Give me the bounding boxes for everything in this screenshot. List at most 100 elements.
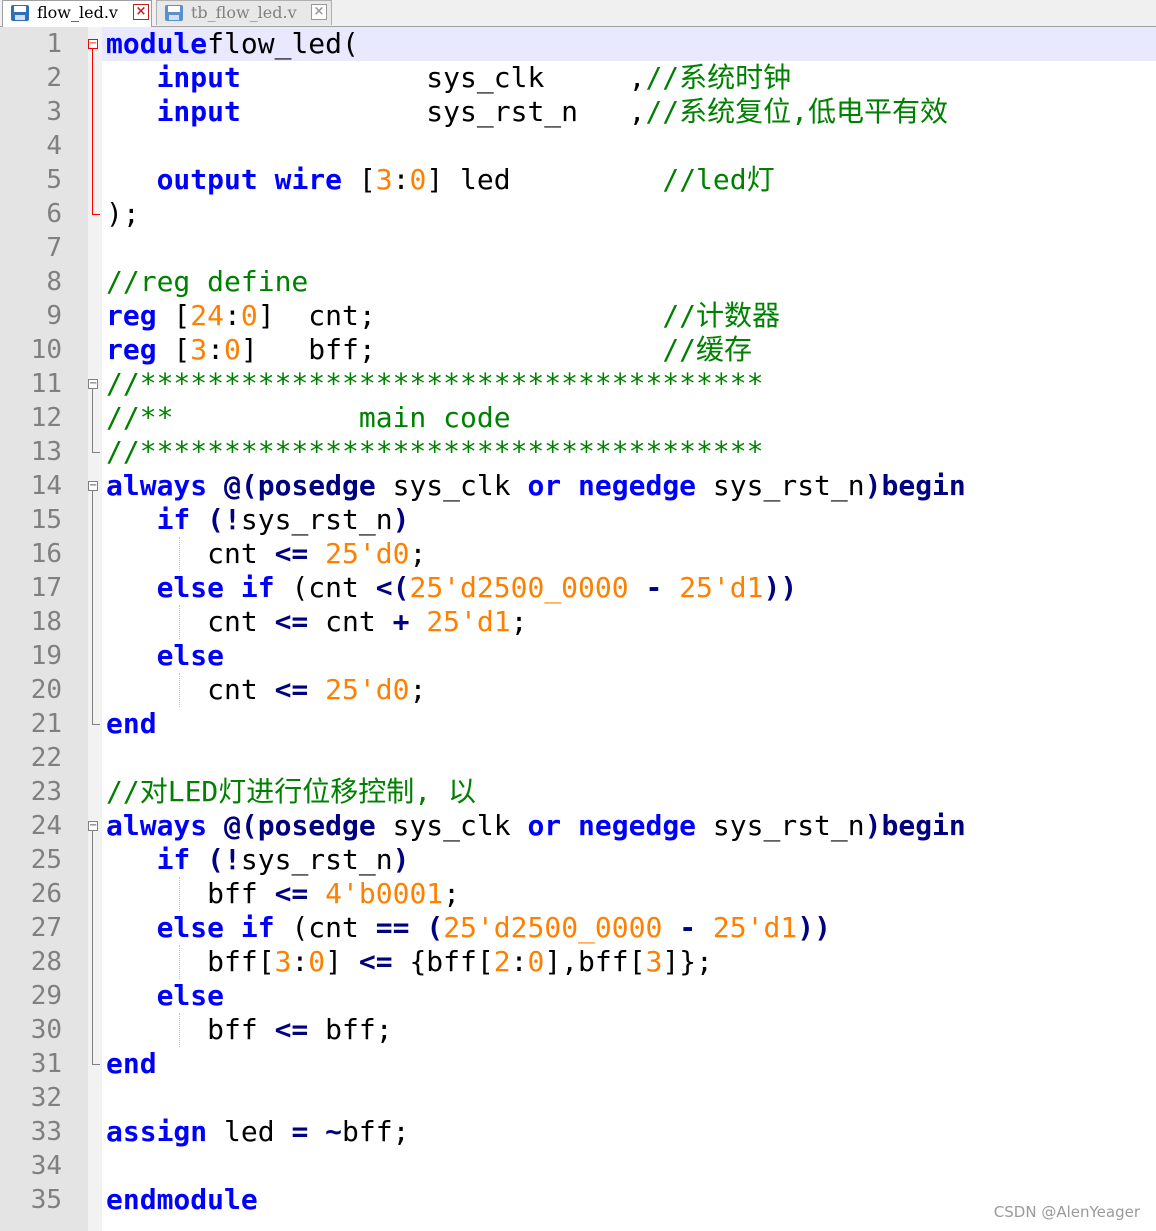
code-text: if (!sys_rst_n) [106, 843, 410, 877]
code-line[interactable]: 33 assign led = ~bff; [0, 1115, 1156, 1149]
fold-toggle-icon[interactable]: − [88, 379, 98, 389]
code-line[interactable]: 34 [0, 1149, 1156, 1183]
code-line[interactable]: 19 else [0, 639, 1156, 673]
code-line[interactable]: 26 bff <= 4'b0001; [0, 877, 1156, 911]
code-token: == [375, 911, 410, 944]
fold-end [92, 724, 100, 725]
code-line[interactable]: 35 endmodule [0, 1183, 1156, 1217]
code-token: else [156, 979, 225, 1012]
code-token: sys_rst_n [240, 843, 393, 876]
code-token: ]}; [662, 945, 713, 978]
code-line[interactable]: 22 [0, 741, 1156, 775]
code-line[interactable]: 9 reg [24:0] cnt; //计数器 [0, 299, 1156, 333]
code-token: sys_clk [375, 469, 528, 502]
code-token: <( [375, 571, 410, 604]
code-token: sys_rst_n [696, 809, 865, 842]
tab-flow-led[interactable]: flow_led.v × [2, 0, 152, 27]
code-token: cnt [106, 605, 275, 638]
code-token: : [510, 945, 528, 978]
code-line[interactable]: 21 end [0, 707, 1156, 741]
fold-line [92, 49, 93, 214]
code-token: 0 [240, 299, 258, 332]
code-text: bff <= bff; [106, 1013, 393, 1047]
code-line[interactable]: 8 //reg define [0, 265, 1156, 299]
fold-end [92, 214, 100, 215]
code-line[interactable]: 17 else if (cnt <(25'd2500_0000 - 25'd1)… [0, 571, 1156, 605]
code-line[interactable]: 7 [0, 231, 1156, 265]
close-icon[interactable]: × [133, 4, 149, 20]
code-token: ~ [325, 1115, 343, 1148]
code-line[interactable]: 2 input sys_clk ,//系统时钟 [0, 61, 1156, 95]
code-token: bff [106, 1013, 275, 1046]
line-number: 2 [46, 63, 62, 93]
code-token: 25'd2500_0000 [409, 571, 629, 604]
code-token: <= [274, 1013, 309, 1046]
code-token: : [291, 945, 309, 978]
code-line[interactable]: 1 moduleflow_led( [0, 27, 1156, 61]
code-token: always [106, 469, 208, 502]
code-line[interactable]: 11 //************************************… [0, 367, 1156, 401]
code-line[interactable]: 10 reg [3:0] bff; //缓存 [0, 333, 1156, 367]
tab-tb-flow-led[interactable]: tb_flow_led.v × [156, 0, 332, 25]
tab-bar: flow_led.v × tb_flow_led.v × [0, 0, 1156, 27]
code-token: {bff[ [392, 945, 494, 978]
fold-line [92, 491, 93, 724]
code-token: (! [207, 843, 241, 876]
code-token: sys_rst_n , [240, 95, 646, 128]
save-icon [11, 5, 29, 21]
code-line[interactable]: 4 [0, 129, 1156, 163]
code-token: 25'd0 [325, 673, 410, 706]
line-number: 15 [30, 505, 62, 535]
code-line[interactable]: 14 always @(posedge sys_clk or negedge sy… [0, 469, 1156, 503]
code-token: always [106, 809, 208, 842]
code-token: //led灯 [662, 163, 775, 196]
code-line[interactable]: 30 bff <= bff; [0, 1013, 1156, 1047]
code-line[interactable]: 28 bff[3:0] <= {bff[2:0],bff[3]}; [0, 945, 1156, 979]
code-line[interactable]: 24 always @(posedge sys_clk or negedge sy… [0, 809, 1156, 843]
code-token: bff; [308, 1013, 393, 1046]
line-number: 29 [30, 981, 62, 1011]
code-line[interactable]: 18 cnt <= cnt + 25'd1; [0, 605, 1156, 639]
line-number: 9 [46, 301, 62, 331]
code-token: bff [106, 877, 275, 910]
code-text: else [106, 979, 224, 1013]
code-line[interactable]: 13 //************************************… [0, 435, 1156, 469]
code-line[interactable]: 29 else [0, 979, 1156, 1013]
code-line[interactable]: 23 //对LED灯进行位移控制, 以 [0, 775, 1156, 809]
code-token: <= [274, 877, 309, 910]
code-line[interactable]: 16 cnt <= 25'd0; [0, 537, 1156, 571]
code-token: ] [325, 945, 359, 978]
code-line[interactable]: 6); [0, 197, 1156, 231]
code-line[interactable]: 15 if (!sys_rst_n) [0, 503, 1156, 537]
code-token: //reg define [106, 265, 309, 298]
code-token: [ [342, 163, 376, 196]
code-line[interactable]: 3 input sys_rst_n ,//系统复位,低电平有效 [0, 95, 1156, 129]
code-editor[interactable]: 1 moduleflow_led(2 input sys_clk ,//系统时钟 3… [0, 27, 1156, 1231]
code-line[interactable]: 12 //** main code [0, 401, 1156, 435]
code-token: ; [409, 673, 427, 706]
code-token: (! [207, 503, 241, 536]
code-line[interactable]: 25 if (!sys_rst_n) [0, 843, 1156, 877]
fold-toggle-icon[interactable]: − [88, 39, 98, 49]
code-line[interactable]: 5 output wire [3:0] led //led灯 [0, 163, 1156, 197]
code-line[interactable]: 32 [0, 1081, 1156, 1115]
fold-toggle-icon[interactable]: − [88, 821, 98, 831]
line-number: 30 [30, 1015, 62, 1045]
save-icon [165, 5, 183, 21]
code-line[interactable]: 27 else if (cnt == (25'd2500_0000 - 25'd… [0, 911, 1156, 945]
code-line[interactable]: 20 cnt <= 25'd0; [0, 673, 1156, 707]
code-token: <= [274, 673, 309, 706]
code-token: ; [409, 537, 427, 570]
watermark: CSDN @AlenYeager [993, 1203, 1140, 1221]
code-text: bff[3:0] <= {bff[2:0],bff[3]}; [106, 945, 713, 979]
code-line[interactable]: 31 end [0, 1047, 1156, 1081]
fold-toggle-icon[interactable]: − [88, 481, 98, 491]
close-icon[interactable]: × [311, 4, 327, 20]
